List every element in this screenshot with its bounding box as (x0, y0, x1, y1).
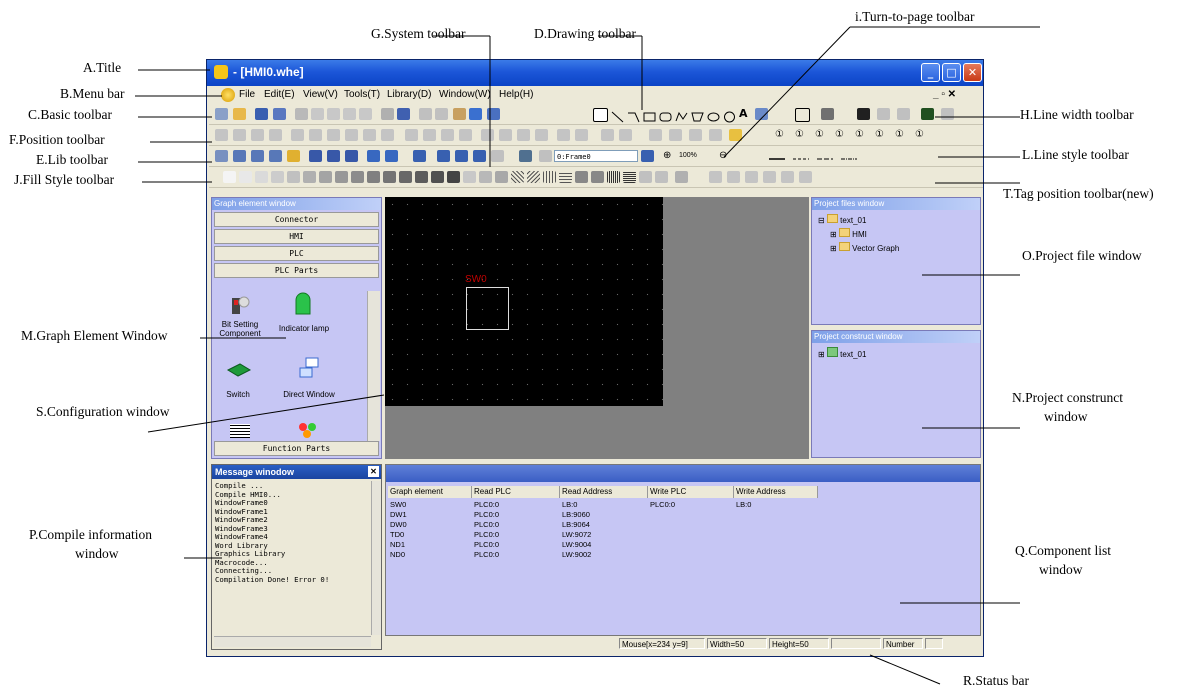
label-component-list-window-1: Q.Component list (1015, 543, 1112, 558)
label-compile-window-1: P.Compile information (29, 527, 152, 542)
label-fill-style-toolbar: J.Fill Style toolbar (14, 172, 115, 187)
label-compile-window-2: window (75, 546, 119, 561)
label-line-width-toolbar: H.Line width toolbar (1020, 107, 1134, 122)
label-line-style-toolbar: L.Line style toolbar (1022, 147, 1129, 162)
label-configuration-window: S.Configuration window (36, 404, 170, 419)
label-project-file-window: O.Project file window (1022, 248, 1142, 263)
leader-status-bar (869, 654, 941, 685)
label-graph-element-window: M.Graph Element Window (21, 328, 168, 343)
label-status-bar: R.Status bar (963, 673, 1029, 688)
label-project-construct-window-2: window (1044, 409, 1088, 424)
label-drawing-toolbar: D.Drawing toolbar (534, 26, 636, 41)
label-component-list-window-2: window (1039, 562, 1083, 577)
label-tag-position-toolbar: T.Tag position toolbar(new) (1003, 186, 1154, 201)
label-basic-toolbar: C.Basic toolbar (28, 107, 112, 122)
label-system-toolbar: G.System toolbar (371, 26, 466, 41)
label-menu-bar: B.Menu bar (60, 86, 125, 101)
leader-configuration-window (147, 394, 385, 433)
label-turn-to-page-toolbar: i.Turn-to-page toolbar (855, 9, 975, 24)
label-project-construct-window-1: N.Project construnct (1012, 390, 1123, 405)
label-position-toolbar: F.Position toolbar (9, 132, 105, 147)
leader-turn-to-page (723, 26, 851, 158)
label-title: A.Title (83, 60, 122, 75)
annotation-leaders (135, 26, 1040, 685)
label-lib-toolbar: E.Lib toolbar (36, 152, 108, 167)
